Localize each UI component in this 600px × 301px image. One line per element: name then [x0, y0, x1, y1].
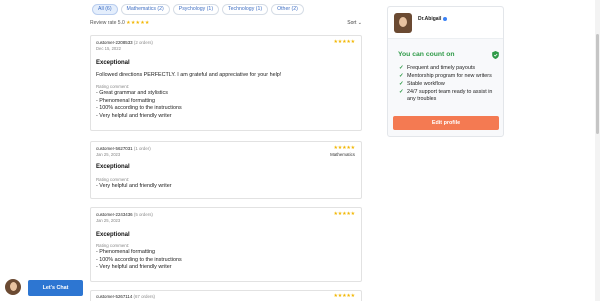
review-rate-label: Review rate 5.0 — [90, 20, 125, 26]
review-title: Exceptional — [96, 60, 130, 66]
scrollbar-thumb[interactable] — [596, 34, 599, 134]
profile-name: Dr.Abigail — [418, 16, 448, 22]
profile-header: Dr.Abigail — [388, 7, 503, 39]
sort-dropdown[interactable]: Sort ⌄ — [347, 20, 362, 26]
review-card: customer-2208533 (2 orders) Dec 15, 2022… — [90, 35, 362, 131]
edit-profile-button[interactable]: Edit profile — [393, 116, 499, 130]
writer-profile-panel: Dr.Abigail You can count on ✓ Frequent an… — [387, 6, 504, 137]
rating-comment-list: - Phenomenal formatting - 100% according… — [96, 249, 182, 272]
review-title: Exceptional — [96, 232, 130, 238]
review-card: customer-5627031 (1 order) Jan 25, 2023 … — [90, 141, 362, 199]
customer-id: customer-2243436 — [96, 212, 133, 217]
scrollbar[interactable] — [595, 0, 600, 301]
order-count: (1 order) — [133, 146, 151, 151]
chevron-down-icon: ⌄ — [357, 20, 362, 26]
review-subject: Mathematics — [330, 152, 355, 157]
list-item: - 100% according to the instructions — [96, 256, 182, 263]
tab-other[interactable]: Other (2) — [271, 4, 304, 15]
review-date: Dec 15, 2022 — [96, 46, 121, 51]
sort-label: Sort — [347, 20, 357, 26]
customer-id: customer-2208533 — [96, 40, 133, 45]
list-item: - Phenomenal formatting — [96, 249, 156, 255]
verified-icon — [443, 16, 448, 21]
review-stars: ★★★★★ — [333, 40, 355, 45]
review-customer: customer-2208533 (2 orders) — [96, 40, 153, 45]
category-tabs: All (6) Mathematics (2) Psychology (1) T… — [92, 4, 304, 15]
customer-id: customer-5627031 — [96, 146, 133, 151]
list-item: - Phenomenal formatting — [96, 97, 156, 104]
tab-technology[interactable]: Technology (1) — [222, 4, 269, 15]
review-stars: ★★★★★ — [333, 212, 355, 217]
profile-name-text: Dr.Abigail — [418, 16, 442, 22]
lets-chat-button[interactable]: Let's Chat — [28, 280, 83, 296]
list-item: - Great grammar and stylistics — [96, 90, 168, 96]
chat-avatar[interactable] — [4, 278, 22, 296]
order-count: (2 orders) — [133, 40, 153, 45]
benefit-item: ✓ Mentorship program for new writers — [399, 73, 492, 79]
review-date: Jan 25, 2023 — [96, 218, 121, 223]
review-text: Followed directions PERFECTLY. I am grat… — [96, 72, 282, 78]
review-card: customer-2243436 (5 orders) Jan 25, 2023… — [90, 207, 362, 282]
rating-comment-list: - Great grammar and stylistics - Phenome… — [96, 90, 182, 120]
list-item: - Very helpful and friendly writer — [96, 112, 172, 119]
review-customer: customer-5267114 (67 orders) — [96, 294, 155, 299]
review-customer: customer-5627031 (1 order) — [96, 146, 151, 151]
review-card: customer-5267114 (67 orders) ★★★★★ — [90, 290, 362, 301]
check-icon: ✓ — [399, 81, 404, 87]
customer-id: customer-5267114 — [96, 294, 133, 299]
tab-psychology[interactable]: Psychology (1) — [172, 4, 220, 15]
check-icon: ✓ — [399, 89, 404, 95]
count-on-heading: You can count on — [398, 51, 455, 58]
list-item: - 100% according to the instructions — [96, 105, 182, 112]
benefit-item: ✓ Stable workflow — [399, 81, 445, 87]
rating-comment-label: Rating comment: — [96, 243, 130, 248]
review-date: Jan 25, 2023 — [96, 152, 121, 157]
review-customer: customer-2243436 (5 orders) — [96, 212, 153, 217]
rating-comment-label: Rating comment: — [96, 84, 130, 89]
review-rate-stars: ★★★★★ — [126, 20, 150, 26]
review-title: Exceptional — [96, 164, 130, 170]
order-count: (67 orders) — [133, 294, 156, 299]
rating-comment-list: - Very helpful and friendly writer — [96, 183, 172, 191]
review-stars: ★★★★★ — [333, 146, 355, 151]
rating-comment-label: Rating comment: — [96, 177, 130, 182]
tab-mathematics[interactable]: Mathematics (2) — [120, 4, 170, 15]
list-item: - Very helpful and friendly writer — [96, 183, 172, 189]
benefit-item: ✓ 24/7 support team ready to assist in an… — [399, 89, 493, 103]
review-stars: ★★★★★ — [333, 294, 355, 299]
order-count: (5 orders) — [133, 212, 153, 217]
avatar — [394, 13, 412, 33]
check-icon: ✓ — [399, 65, 404, 71]
benefit-item: ✓ Frequent and timely payouts — [399, 65, 476, 71]
tab-all[interactable]: All (6) — [92, 4, 118, 15]
check-icon: ✓ — [399, 73, 404, 79]
review-rate-row: Review rate 5.0 ★★★★★ Sort ⌄ — [90, 20, 362, 26]
shield-icon — [492, 51, 499, 59]
list-item: - Very helpful and friendly writer — [96, 264, 172, 271]
